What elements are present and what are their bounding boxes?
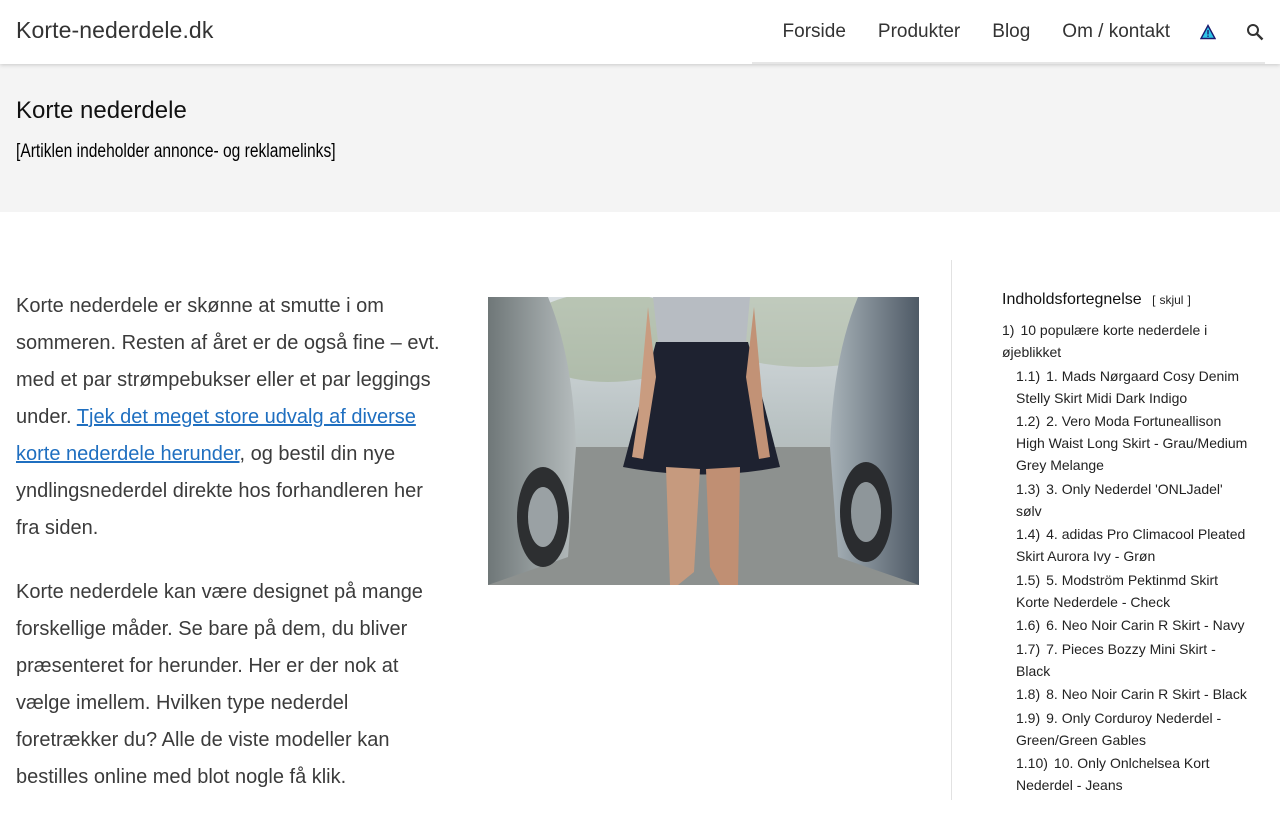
nav-underline xyxy=(752,62,1265,64)
sidebar-divider xyxy=(951,260,952,800)
toc-item-number: 1.6) xyxy=(1016,617,1041,633)
article-content: Korte nederdele er skønne at smutte i om… xyxy=(16,288,446,823)
toc-item-number: 1.5) xyxy=(1016,571,1041,588)
toc-item-number: 1.1) xyxy=(1016,367,1041,384)
page-title: Korte nederdele xyxy=(16,97,187,124)
toc-item-label: 1. Mads Nørgaard Cosy Denim Stelly Skirt… xyxy=(1016,367,1240,406)
toc-header: Indholdsfortegnelse [skjul] xyxy=(1002,291,1250,309)
second-paragraph: Korte nederdele kan være designet på man… xyxy=(16,581,423,788)
toc-list: 1) 10 populære korte nederdele i øjeblikk… xyxy=(1002,319,1250,796)
toc-item-number: 1.10) xyxy=(1016,755,1048,771)
ad-disclaimer: [Artiklen indeholder annonce- og reklame… xyxy=(16,141,336,162)
toc-item-number: 1.8) xyxy=(1016,686,1041,702)
nav-blog[interactable]: Blog xyxy=(992,21,1030,43)
warning-icon[interactable] xyxy=(1200,24,1216,40)
toc-item[interactable]: 1.3) 3. Only Nederdel 'ONLJadel' sølv xyxy=(1002,478,1250,522)
toc-item-label: 6. Neo Noir Carin R Skirt - Navy xyxy=(1046,617,1245,633)
toc-hide-link[interactable]: skjul xyxy=(1159,293,1183,307)
main-nav: Forside Produkter Blog Om / kontakt xyxy=(751,0,1264,64)
title-band: Korte nederdele [Artiklen indeholder ann… xyxy=(0,64,1280,212)
toc-item-number: 1.3) xyxy=(1016,480,1041,497)
toc-item-label: 8. Neo Noir Carin R Skirt - Black xyxy=(1046,686,1247,702)
toc-item-label: 10 populære korte nederdele i øjeblikket xyxy=(1002,322,1208,360)
toc-item-number: 1.9) xyxy=(1016,709,1041,726)
toc-item-number: 1.2) xyxy=(1016,413,1041,429)
toc-item-number: 1) xyxy=(1002,322,1015,338)
toc-item-label: 5. Modström Pektinmd Skirt Korte Nederde… xyxy=(1016,571,1219,610)
nav-forside[interactable]: Forside xyxy=(783,21,846,43)
toc-item[interactable]: 1) 10 populære korte nederdele i øjeblikk… xyxy=(1002,319,1250,363)
intro-paragraph: Korte nederdele er skønne at smutte i om… xyxy=(16,288,446,547)
toc-item-number: 1.7) xyxy=(1016,640,1041,657)
toc-item[interactable]: 1.7) 7. Pieces Bozzy Mini Skirt - Black xyxy=(1002,638,1250,682)
nav-produkter[interactable]: Produkter xyxy=(878,21,960,43)
toc-item-label: 7. Pieces Bozzy Mini Skirt - Black xyxy=(1016,640,1216,679)
toc-title: Indholdsfortegnelse xyxy=(1002,291,1142,308)
toc-toggle: [skjul] xyxy=(1152,293,1191,307)
hero-image xyxy=(488,297,919,585)
toc-item-label: 9. Only Corduroy Nederdel - Green/Green … xyxy=(1016,709,1222,748)
toc-item[interactable]: 1.9) 9. Only Corduroy Nederdel - Green/Gr… xyxy=(1002,707,1250,751)
toc-item[interactable]: 1.10) 10. Only Onlchelsea Kort Nederdel -… xyxy=(1002,752,1250,796)
toc-item-label: 2. Vero Moda Fortuneallison High Waist L… xyxy=(1016,413,1248,473)
toc-item-label: 3. Only Nederdel 'ONLJadel' sølv xyxy=(1016,480,1223,519)
site-title-link[interactable]: Korte-nederdele.dk xyxy=(16,17,213,44)
table-of-contents: Indholdsfortegnelse [skjul] 1) 10 populær… xyxy=(1002,291,1250,798)
site-header: Korte-nederdele.dk Forside Produkter Blo… xyxy=(0,0,1280,64)
toc-item[interactable]: 1.6) 6. Neo Noir Carin R Skirt - Navy xyxy=(1002,614,1250,636)
toc-item[interactable]: 1.2) 2. Vero Moda Fortuneallison High Wai… xyxy=(1002,410,1250,476)
nav-om-kontakt[interactable]: Om / kontakt xyxy=(1062,21,1170,43)
toc-item[interactable]: 1.4) 4. adidas Pro Climacool Pleated Skir… xyxy=(1002,523,1250,567)
toc-item[interactable]: 1.1) 1. Mads Nørgaard Cosy Denim Stelly S… xyxy=(1002,365,1250,409)
toc-item[interactable]: 1.8) 8. Neo Noir Carin R Skirt - Black xyxy=(1002,683,1250,705)
toc-item-number: 1.4) xyxy=(1016,526,1041,542)
search-icon[interactable] xyxy=(1246,23,1264,41)
toc-item-label: 4. adidas Pro Climacool Pleated Skirt Au… xyxy=(1016,526,1246,564)
toc-item[interactable]: 1.5) 5. Modström Pektinmd Skirt Korte Ned… xyxy=(1002,569,1250,613)
